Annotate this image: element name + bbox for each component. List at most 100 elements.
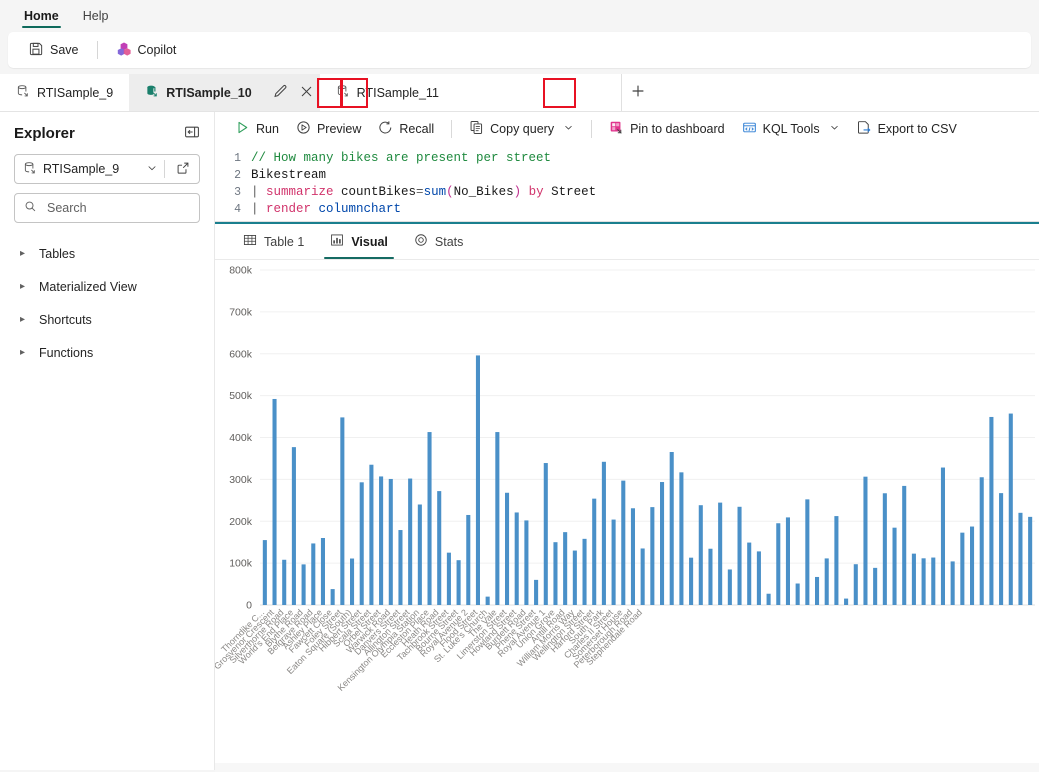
close-tab-button[interactable]: [294, 80, 320, 106]
copy-query-label: Copy query: [490, 122, 555, 136]
pin-dashboard-icon: [609, 120, 624, 138]
copilot-label: Copilot: [137, 43, 177, 57]
menu-item-help[interactable]: Help: [73, 6, 119, 28]
menu-bar: Home Help: [0, 0, 1039, 28]
tree-item-tables[interactable]: ▸ Tables: [14, 237, 200, 270]
tab-rtisample-10[interactable]: RTISample_10: [129, 74, 268, 111]
picker-divider: [164, 160, 165, 178]
svg-text:300k: 300k: [229, 474, 253, 486]
save-icon: [29, 41, 44, 59]
database-active-icon: [145, 84, 159, 101]
menu-item-home-label: Home: [24, 9, 59, 23]
copy-query-button[interactable]: Copy query: [461, 115, 582, 143]
search-input[interactable]: [45, 200, 190, 216]
database-name: RTISample_9: [43, 162, 120, 176]
collapse-panel-icon[interactable]: [184, 124, 200, 143]
play-icon: [235, 120, 250, 138]
query-toolbar: Run Preview Recall Copy query Pin to das…: [215, 112, 1039, 146]
stats-icon: [414, 233, 428, 250]
chevron-right-icon: ▸: [20, 314, 26, 325]
chart-icon: [330, 233, 344, 250]
code-line: 4 | render columnchart: [215, 201, 1039, 218]
tree-item-materialized-view[interactable]: ▸ Materialized View: [14, 270, 200, 303]
query-editor[interactable]: 1 // How many bikes are present per stre…: [215, 146, 1039, 222]
chevron-down-icon[interactable]: [563, 122, 574, 136]
kusto-query-app: Home Help Save Copilot RTISample_9 RTISa…: [0, 0, 1039, 772]
toolbar-divider: [591, 120, 593, 138]
run-button[interactable]: Run: [227, 115, 287, 143]
export-to-csv-button[interactable]: Export to CSV: [849, 115, 965, 143]
recall-button[interactable]: Recall: [370, 115, 442, 143]
tab-strip: RTISample_9 RTISample_10 RTISample_11: [0, 74, 1039, 112]
svg-text:800k: 800k: [229, 265, 253, 277]
svg-text:400k: 400k: [229, 432, 253, 444]
tab-rtisample-9[interactable]: RTISample_9: [0, 74, 129, 111]
line-number: 2: [234, 169, 241, 182]
database-icon: [336, 84, 350, 101]
close-icon: [299, 84, 314, 102]
command-bar-divider: [96, 41, 98, 59]
column-chart[interactable]: 0 100k 200k 300k 400k 500k 600k 700k 800k Thorndi…: [215, 260, 1039, 770]
line-number: 4: [234, 203, 241, 216]
save-button[interactable]: Save: [20, 36, 88, 64]
database-icon: [23, 161, 37, 178]
pin-to-dashboard-label: Pin to dashboard: [630, 122, 725, 136]
rename-tab-button[interactable]: [268, 80, 294, 106]
chevron-down-icon[interactable]: [146, 162, 158, 177]
explorer-search-box[interactable]: [14, 193, 200, 223]
tree-item-shortcuts-label: Shortcuts: [39, 312, 92, 327]
tab-rtisample-9-label: RTISample_9: [37, 85, 114, 100]
main-pane: Run Preview Recall Copy query Pin to das…: [215, 112, 1039, 770]
menu-item-home[interactable]: Home: [14, 6, 69, 28]
horizontal-scrollbar[interactable]: [215, 763, 1039, 772]
explorer-title: Explorer: [14, 125, 75, 142]
pencil-icon: [273, 84, 288, 102]
tab-visual-label: Visual: [351, 234, 388, 249]
chevron-down-icon[interactable]: [829, 122, 840, 136]
command-bar: Save Copilot: [8, 32, 1031, 68]
menu-item-help-label: Help: [82, 9, 109, 23]
svg-text:0: 0: [246, 600, 252, 612]
tree-item-functions[interactable]: ▸ Functions: [14, 336, 200, 369]
code-text: Bikestream: [251, 168, 327, 182]
tab-action-group: [267, 74, 320, 111]
line-number: 1: [234, 152, 241, 165]
svg-text:200k: 200k: [229, 516, 253, 528]
chevron-right-icon: ▸: [20, 248, 26, 259]
tree-item-tables-label: Tables: [39, 246, 76, 261]
tab-rtisample-11-label: RTISample_11: [356, 85, 439, 100]
code-line: 2 Bikestream: [215, 167, 1039, 184]
tab-table-1-label: Table 1: [264, 234, 305, 249]
line-number: 3: [234, 186, 241, 199]
copilot-button[interactable]: Copilot: [107, 36, 186, 65]
svg-text:500k: 500k: [229, 390, 253, 402]
svg-text:100k: 100k: [229, 558, 253, 570]
open-in-new-icon[interactable]: [171, 161, 195, 178]
copilot-icon: [116, 41, 132, 60]
plus-icon: [630, 83, 646, 102]
new-tab-button[interactable]: [620, 74, 655, 111]
code-text: | render columnchart: [251, 202, 402, 216]
tree-item-shortcuts[interactable]: ▸ Shortcuts: [14, 303, 200, 336]
svg-text:700k: 700k: [229, 306, 253, 318]
recall-icon: [378, 120, 393, 138]
results-tabs: Table 1 Visual Stats: [215, 224, 1039, 260]
code-text: // How many bikes are present per street: [251, 151, 552, 165]
search-icon: [24, 200, 37, 216]
chart-svg: 0100k200k300k400k500k600k700k800kThorndi…: [215, 265, 1035, 693]
chevron-right-icon: ▸: [20, 281, 26, 292]
pin-to-dashboard-button[interactable]: Pin to dashboard: [601, 115, 733, 143]
code-text: | summarize countBikes=sum(No_Bikes) by …: [251, 185, 597, 199]
tab-table-1[interactable]: Table 1: [231, 224, 316, 259]
body-split: Explorer RTISample_9 Search ▸ Tables ▸ M…: [0, 112, 1039, 770]
tab-rtisample-11[interactable]: RTISample_11: [320, 74, 455, 111]
database-picker[interactable]: RTISample_9: [14, 154, 200, 184]
tab-visual[interactable]: Visual: [318, 224, 400, 259]
kql-tools-label: KQL Tools: [762, 122, 820, 136]
kql-tools-button[interactable]: KQL Tools: [734, 115, 848, 143]
recall-label: Recall: [399, 122, 435, 136]
export-to-csv-label: Export to CSV: [877, 122, 957, 136]
tab-stats-label: Stats: [434, 234, 464, 249]
tab-stats[interactable]: Stats: [402, 224, 476, 259]
preview-button[interactable]: Preview: [288, 115, 369, 143]
